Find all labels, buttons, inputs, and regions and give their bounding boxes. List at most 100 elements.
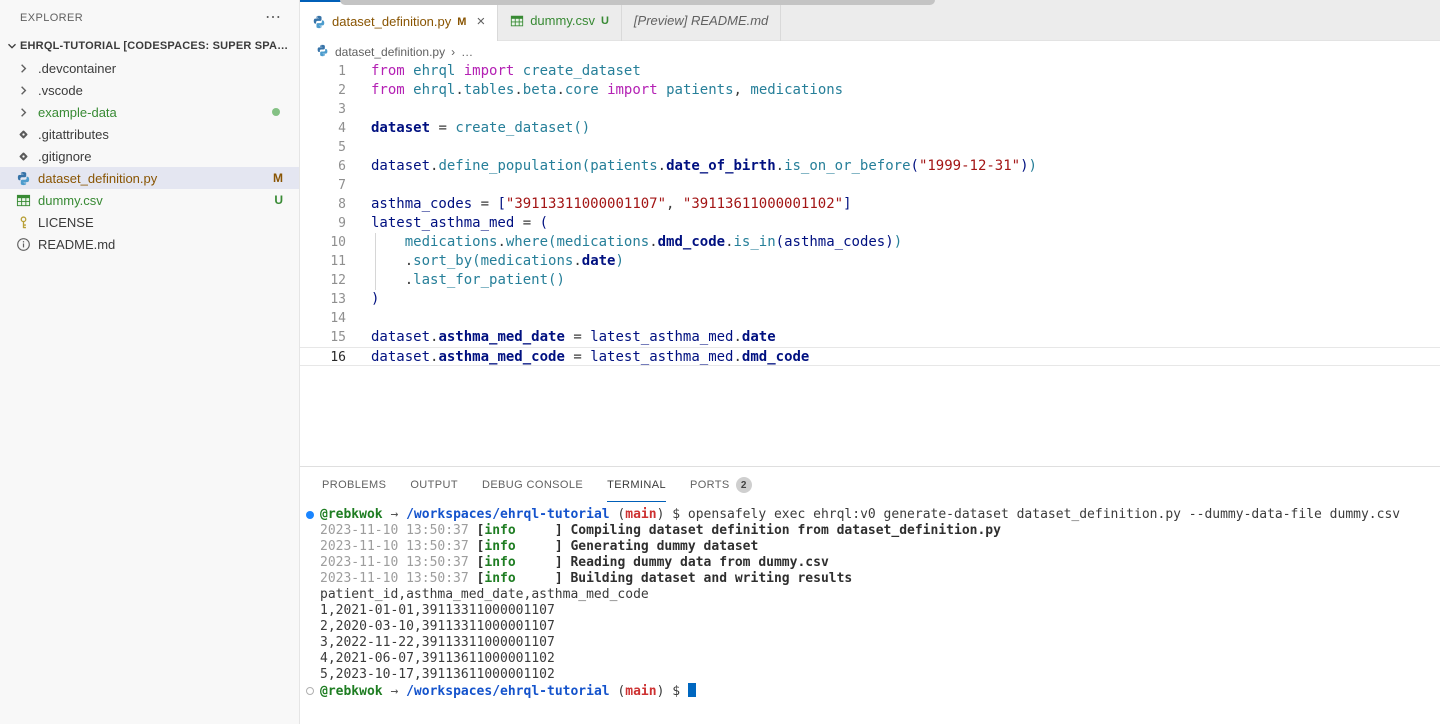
editor-tabs: dataset_definition.py M × dummy.csvU[Previe… xyxy=(300,0,1440,41)
code-line-5[interactable]: 5 xyxy=(300,138,1440,157)
more-actions-icon[interactable]: ⋯ xyxy=(259,11,287,25)
explorer-item--devcontainer[interactable]: .devcontainer xyxy=(0,57,299,79)
explorer-item-dataset-definition-py[interactable]: dataset_definition.pyM xyxy=(0,167,299,189)
line-number: 4 xyxy=(300,119,346,138)
code-text: asthma_codes = ["39113311000001107", "39… xyxy=(346,196,852,212)
git-status-badge: M xyxy=(273,171,283,185)
panel-tab-problems[interactable]: PROBLEMS xyxy=(322,467,386,502)
code-line-8[interactable]: 8asthma_codes = ["39113311000001107", "3… xyxy=(300,195,1440,214)
explorer-item-readme-md[interactable]: README.md xyxy=(0,233,299,255)
explorer-item-example-data[interactable]: example-data xyxy=(0,101,299,123)
terminal-arrow: → xyxy=(383,507,406,522)
explorer-header: EXPLORER ⋯ xyxy=(0,0,299,35)
code-text: from ehrql.tables.beta.core import patie… xyxy=(346,82,843,98)
log-timestamp: 2023-11-10 13:50:37 xyxy=(320,571,477,586)
code-line-11[interactable]: 11 .sort_by(medications.date) xyxy=(300,252,1440,271)
csv-icon xyxy=(510,14,524,28)
close-icon[interactable]: × xyxy=(476,13,485,30)
log-timestamp: 2023-11-10 13:50:37 xyxy=(320,555,477,570)
code-line-14[interactable]: 14 xyxy=(300,309,1440,328)
panel-tab-ports[interactable]: PORTS2 xyxy=(690,467,752,502)
key-icon xyxy=(16,214,34,230)
terminal-output: 1,2021-01-01,39113311000001107 xyxy=(320,603,555,618)
tab-label: dataset_definition.py xyxy=(332,14,451,29)
command-decoration-hollow[interactable] xyxy=(306,687,314,695)
terminal-output: 4,2021-06-07,39113611000001102 xyxy=(320,651,555,666)
terminal-line-prompt: @rebkwok → /workspaces/ehrql-tutorial (m… xyxy=(320,507,1440,523)
code-line-3[interactable]: 3 xyxy=(300,100,1440,119)
explorer-item-license[interactable]: LICENSE xyxy=(0,211,299,233)
log-timestamp: 2023-11-10 13:50:37 xyxy=(320,539,477,554)
explorer-title: EXPLORER xyxy=(20,12,259,24)
terminal-output: patient_id,asthma_med_date,asthma_med_co… xyxy=(320,587,649,602)
tab-dummy-csv[interactable]: dummy.csvU xyxy=(498,0,622,41)
line-number: 15 xyxy=(300,328,346,347)
terminal-line-log: 2023-11-10 13:50:37 [info ] Compiling da… xyxy=(320,523,1440,539)
log-level: info xyxy=(484,571,515,586)
code-text: dataset = create_dataset() xyxy=(346,120,590,136)
code-editor[interactable]: 1from ehrql import create_dataset2from e… xyxy=(300,62,1440,466)
chevron-right-icon xyxy=(16,82,34,98)
breadcrumb: dataset_definition.py › … xyxy=(300,41,1440,62)
line-number: 6 xyxy=(300,157,346,176)
terminal[interactable]: @rebkwok → /workspaces/ehrql-tutorial (m… xyxy=(300,507,1440,725)
code-line-4[interactable]: 4dataset = create_dataset() xyxy=(300,119,1440,138)
explorer-item--gitignore[interactable]: .gitignore xyxy=(0,145,299,167)
code-text: .last_for_patient() xyxy=(346,272,565,288)
explorer-item--gitattributes[interactable]: .gitattributes xyxy=(0,123,299,145)
panel-tab-terminal[interactable]: TERMINAL xyxy=(607,467,666,502)
code-text xyxy=(346,310,371,326)
tab-dataset-definition-py[interactable]: dataset_definition.py M × xyxy=(300,0,498,41)
code-line-1[interactable]: 1from ehrql import create_dataset xyxy=(300,62,1440,81)
tab-git-badge: M xyxy=(457,16,466,28)
log-message: Reading dummy data from dummy.csv xyxy=(570,555,828,570)
code-line-12[interactable]: 12 .last_for_patient() xyxy=(300,271,1440,290)
panel-tab-debug-console[interactable]: DEBUG CONSOLE xyxy=(482,467,583,502)
panel-tab-label: PROBLEMS xyxy=(322,479,386,491)
line-number: 1 xyxy=(300,62,346,81)
file-label: .vscode xyxy=(38,83,299,98)
panel-tab-label: TERMINAL xyxy=(607,479,666,491)
workspace-title: EHRQL-TUTORIAL [CODESPACES: SUPER SPACE … xyxy=(20,40,290,52)
breadcrumb-more[interactable]: … xyxy=(461,45,473,59)
code-line-10[interactable]: 10 medications.where(medications.dmd_cod… xyxy=(300,233,1440,252)
terminal-git-branch: main xyxy=(625,507,656,522)
code-line-16[interactable]: 16dataset.asthma_med_code = latest_asthm… xyxy=(300,347,1440,366)
top-shadow-bar xyxy=(340,0,935,5)
code-text: dataset.define_population(patients.date_… xyxy=(346,158,1037,174)
terminal-git-branch: main xyxy=(625,684,656,699)
line-number: 2 xyxy=(300,81,346,100)
code-text: latest_asthma_med = ( xyxy=(346,215,548,231)
code-line-15[interactable]: 15dataset.asthma_med_date = latest_asthm… xyxy=(300,328,1440,347)
file-label: dataset_definition.py xyxy=(38,171,273,186)
git-status-badge: U xyxy=(274,193,283,207)
code-line-7[interactable]: 7 xyxy=(300,176,1440,195)
git-icon xyxy=(16,126,34,142)
python-icon xyxy=(312,15,326,29)
log-level: info xyxy=(484,555,515,570)
code-line-6[interactable]: 6dataset.define_population(patients.date… xyxy=(300,157,1440,176)
code-line-13[interactable]: 13) xyxy=(300,290,1440,309)
code-line-9[interactable]: 9latest_asthma_med = ( xyxy=(300,214,1440,233)
workspace-section-header[interactable]: EHRQL-TUTORIAL [CODESPACES: SUPER SPACE … xyxy=(0,35,299,57)
terminal-line-log: 2023-11-10 13:50:37 [info ] Generating d… xyxy=(320,539,1440,555)
code-text: .sort_by(medications.date) xyxy=(346,253,624,269)
tab--preview-readme-md[interactable]: [Preview] README.md xyxy=(622,0,781,41)
file-label: .gitignore xyxy=(38,149,299,164)
python-icon xyxy=(16,170,34,186)
explorer-item-dummy-csv[interactable]: dummy.csvU xyxy=(0,189,299,211)
terminal-line-out: 2,2020-03-10,39113311000001107 xyxy=(320,619,1440,635)
terminal-line-out: patient_id,asthma_med_date,asthma_med_co… xyxy=(320,587,1440,603)
explorer-item--vscode[interactable]: .vscode xyxy=(0,79,299,101)
terminal-line-out: 1,2021-01-01,39113311000001107 xyxy=(320,603,1440,619)
panel-tab-output[interactable]: OUTPUT xyxy=(410,467,458,502)
file-label: .gitattributes xyxy=(38,127,299,142)
breadcrumb-file[interactable]: dataset_definition.py xyxy=(335,45,445,59)
log-level: info xyxy=(484,539,515,554)
panel-tab-label: OUTPUT xyxy=(410,479,458,491)
folder-modified-dot xyxy=(272,108,280,116)
code-line-2[interactable]: 2from ehrql.tables.beta.core import pati… xyxy=(300,81,1440,100)
explorer-sidebar: EXPLORER ⋯ EHRQL-TUTORIAL [CODESPACES: S… xyxy=(0,0,300,724)
command-decoration-filled[interactable] xyxy=(306,511,314,519)
terminal-output: 2,2020-03-10,39113311000001107 xyxy=(320,619,555,634)
